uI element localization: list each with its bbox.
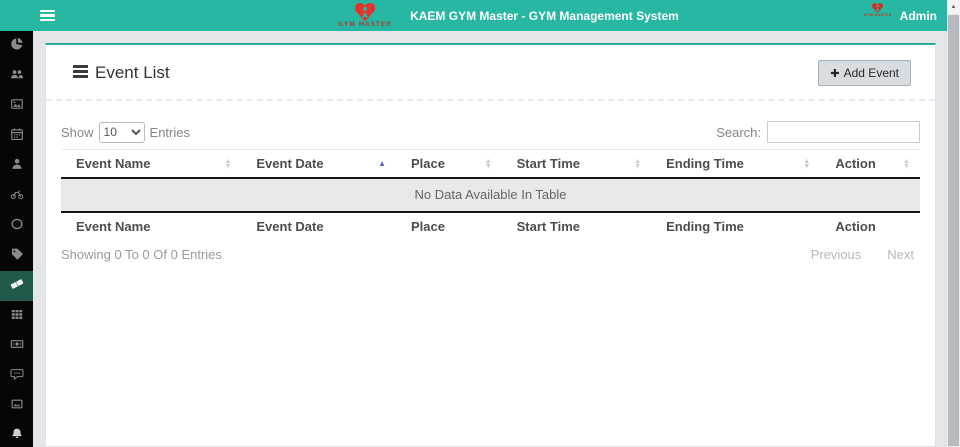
add-event-label: Add Event	[844, 66, 899, 80]
image-icon	[10, 97, 24, 116]
sort-icon	[634, 159, 641, 169]
search-label: Search:	[716, 125, 761, 140]
column-footer-event-date: Event Date	[241, 212, 396, 240]
sidebar-item-tag[interactable]	[0, 241, 33, 271]
column-header-place[interactable]: Place	[396, 150, 502, 179]
money-icon	[10, 337, 24, 356]
table-controls: Show 10 Entries Search:	[61, 121, 920, 143]
table-footer: Event NameEvent DatePlaceStart TimeEndin…	[61, 212, 920, 240]
empty-row: No Data Available In Table	[61, 178, 920, 212]
column-header-start-time[interactable]: Start Time	[502, 150, 651, 179]
sidebar-item-chat[interactable]	[0, 361, 33, 391]
pie-chart-icon	[10, 37, 24, 56]
sort-icon	[224, 159, 231, 169]
user-name: Admin	[900, 9, 937, 23]
column-header-action[interactable]: Action	[820, 150, 920, 179]
list-icon	[73, 65, 88, 78]
entries-info: Showing 0 To 0 Of 0 Entries	[61, 247, 222, 262]
calendar-icon	[10, 127, 24, 146]
users-icon	[10, 67, 24, 86]
plus-icon: ✚	[830, 67, 839, 80]
logo-text: GYM MASTER	[338, 21, 392, 28]
column-footer-event-name: Event Name	[61, 212, 241, 240]
tag-icon	[10, 247, 24, 266]
column-header-event-date[interactable]: Event Date	[241, 150, 396, 179]
app-window: GYM MASTER KAEM GYM Master - GYM Managem…	[0, 0, 960, 447]
sort-icon	[803, 159, 810, 169]
show-label: Show	[61, 125, 94, 140]
grid-icon	[10, 307, 24, 326]
scrollbar-thumb[interactable]	[948, 15, 959, 446]
page-length-select[interactable]: 10	[99, 122, 145, 143]
chat-icon	[10, 367, 24, 386]
bicycle-icon	[10, 187, 24, 206]
column-header-event-name[interactable]: Event Name	[61, 150, 241, 179]
page-title: Event List	[95, 60, 170, 86]
column-footer-ending-time: Ending Time	[651, 212, 820, 240]
sidebar-item-calendar[interactable]	[0, 121, 33, 151]
photo-icon	[10, 397, 24, 416]
sidebar-item-pie-chart[interactable]	[0, 31, 33, 61]
page-length-control: Show 10 Entries	[61, 122, 190, 143]
pagination-next[interactable]: Next	[887, 247, 914, 262]
table-body: No Data Available In Table	[61, 178, 920, 212]
table-info-bar: Showing 0 To 0 Of 0 Entries Previous Nex…	[61, 247, 920, 262]
search-control: Search:	[716, 121, 920, 143]
table-header: Event NameEvent DatePlaceStart TimeEndin…	[61, 150, 920, 179]
pagination-previous[interactable]: Previous	[811, 247, 862, 262]
add-event-button[interactable]: ✚ Add Event	[818, 60, 911, 86]
user-menu[interactable]: GYM MASTER Admin	[864, 2, 937, 30]
sidebar-item-circle[interactable]	[0, 211, 33, 241]
gym-master-logo-icon	[352, 1, 378, 23]
sidebar-item-bell[interactable]	[0, 421, 33, 447]
ticket-icon	[10, 277, 24, 296]
sidebar-item-user[interactable]	[0, 151, 33, 181]
pagination: Previous Next	[811, 247, 920, 262]
event-table: Event NameEvent DatePlaceStart TimeEndin…	[61, 149, 920, 240]
sort-icon	[485, 159, 492, 169]
sidebar-item-ticket[interactable]	[0, 271, 33, 301]
event-list-panel: Event List ✚ Add Event Show 10 Entries S…	[45, 43, 936, 447]
column-footer-start-time: Start Time	[502, 212, 651, 240]
panel-title-bar: Event List ✚ Add Event	[46, 45, 935, 101]
main-content: Event List ✚ Add Event Show 10 Entries S…	[33, 31, 947, 447]
sidebar-item-users[interactable]	[0, 61, 33, 91]
column-footer-action: Action	[820, 212, 920, 240]
sidebar-item-money[interactable]	[0, 331, 33, 361]
empty-message: No Data Available In Table	[61, 178, 920, 212]
scrollbar[interactable]: ▲	[947, 0, 960, 447]
sidebar	[0, 31, 33, 447]
brand-logo: GYM MASTER	[338, 0, 392, 31]
user-icon	[10, 157, 24, 176]
user-logo-icon: GYM MASTER	[864, 2, 892, 30]
menu-toggle-icon[interactable]	[40, 10, 55, 21]
sidebar-item-bicycle[interactable]	[0, 181, 33, 211]
scroll-up-arrow-icon[interactable]: ▲	[947, 0, 960, 14]
app-title: KAEM GYM Master - GYM Management System	[410, 9, 679, 23]
sidebar-item-image[interactable]	[0, 91, 33, 121]
sidebar-item-photo[interactable]	[0, 391, 33, 421]
sidebar-item-grid[interactable]	[0, 301, 33, 331]
column-header-ending-time[interactable]: Ending Time	[651, 150, 820, 179]
search-input[interactable]	[767, 121, 920, 143]
top-header: GYM MASTER KAEM GYM Master - GYM Managem…	[0, 0, 947, 31]
sort-icon	[903, 159, 910, 169]
sort-ascending-icon	[378, 160, 386, 168]
bell-icon	[10, 427, 24, 446]
circle-outline-icon	[10, 217, 24, 236]
entries-label: Entries	[150, 125, 190, 140]
column-footer-place: Place	[396, 212, 502, 240]
